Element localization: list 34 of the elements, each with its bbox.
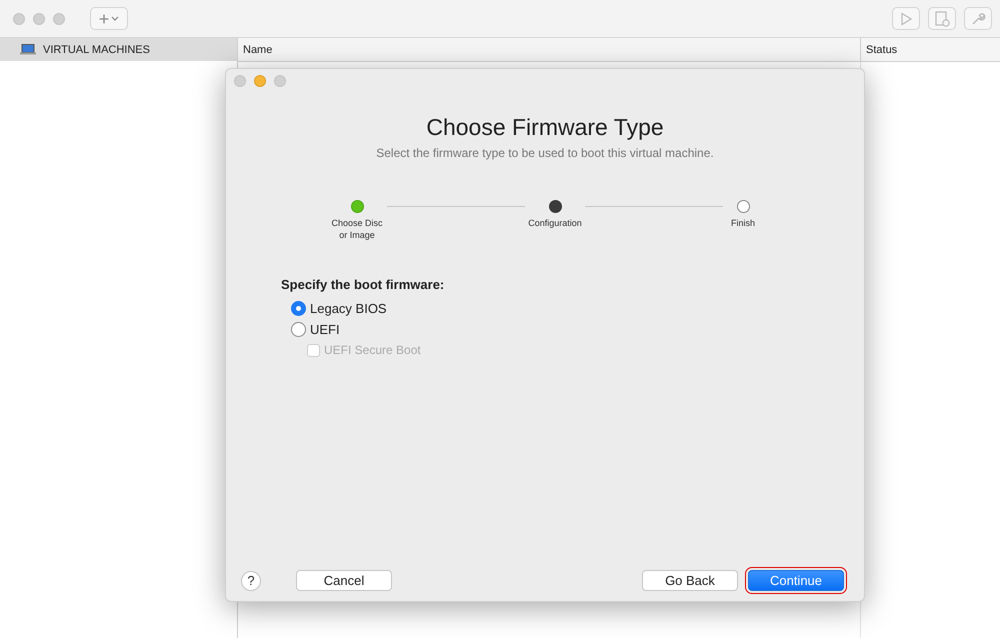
settings-button[interactable] (964, 7, 992, 30)
play-icon[interactable] (900, 12, 912, 26)
continue-button[interactable]: Continue (748, 570, 844, 591)
zoom-button[interactable] (53, 12, 65, 24)
step-indicator (736, 200, 750, 213)
wrench-icon[interactable] (970, 10, 986, 26)
dialog-subtitle: Select the firmware type to be used to boot this virtual machine. (376, 146, 714, 160)
zoom-button[interactable] (274, 75, 286, 87)
step-indicator (350, 200, 364, 213)
back-button[interactable]: Go Back (642, 570, 738, 591)
radio-button[interactable] (291, 301, 306, 316)
caret-icon[interactable] (111, 16, 120, 22)
document-icon[interactable] (934, 10, 950, 26)
laptop-icon[interactable] (20, 44, 36, 55)
step-label: Choose Disc or Image (331, 217, 383, 241)
sidebar-header[interactable]: VIRTUAL MACHINES (0, 38, 237, 61)
close-button[interactable] (13, 12, 25, 24)
step-indicator (548, 200, 562, 213)
radio-button[interactable] (291, 322, 306, 337)
help-button[interactable]: ? (241, 570, 261, 590)
minimize-button[interactable] (254, 75, 266, 87)
play-button[interactable] (892, 7, 920, 30)
section-label: Specify the boot firmware: (281, 277, 446, 292)
option-label[interactable]: UEFI (310, 322, 340, 337)
cancel-button[interactable]: Cancel (296, 570, 392, 591)
dialog-title: Choose Firmware Type (426, 114, 664, 141)
snapshot-button[interactable] (928, 7, 956, 30)
minimize-button[interactable] (33, 12, 45, 24)
step-label: Finish (730, 217, 755, 229)
close-button[interactable] (234, 75, 246, 87)
column-header[interactable]: Status (861, 38, 1000, 61)
option-label[interactable]: Legacy BIOS (310, 301, 387, 316)
step-label: Configuration (528, 217, 582, 229)
column-header[interactable]: Name (238, 38, 861, 61)
